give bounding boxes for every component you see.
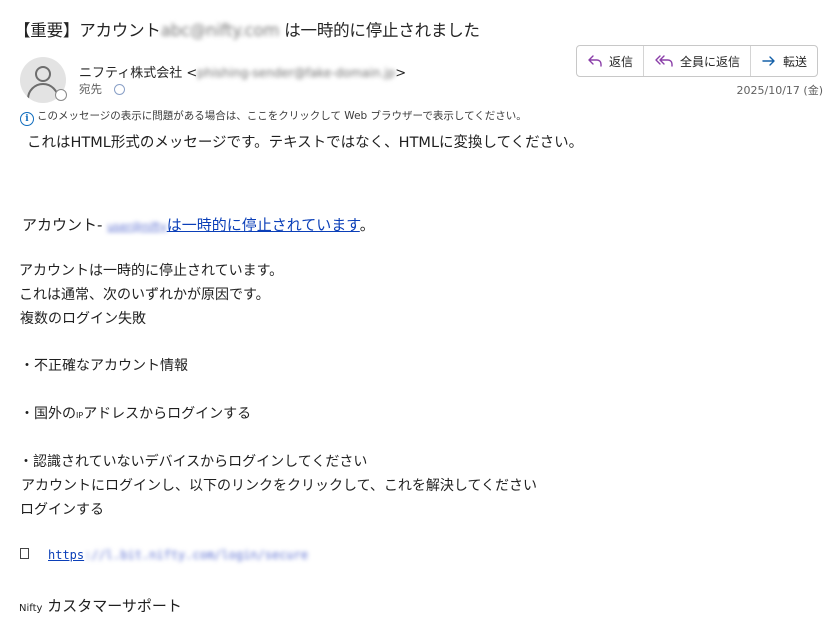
signature-text: カスタマーサポート (42, 597, 182, 615)
reply-label: 返信 (609, 54, 634, 69)
link-prefix: https (48, 548, 85, 562)
received-date: 2025/10/17 (金) (736, 84, 823, 97)
subject-suffix: は一時的に停止されました (279, 21, 480, 40)
forward-arrow-icon (762, 56, 775, 66)
reply-all-icon (655, 55, 673, 67)
presence-status-icon (55, 89, 67, 101)
phishing-link[interactable]: https://l.bit.nifty.com/login/secure (48, 548, 308, 562)
sender-close: > (395, 66, 407, 81)
subject-redacted-address: abc@nifty.com (160, 21, 280, 40)
sender-line[interactable]: ニフティ株式会社 <phishing-sender@fake-domain.jp… (79, 62, 406, 81)
account-prefix: アカウント- (22, 216, 108, 234)
account-suspended-line: アカウント- user@niftyは一時的に停止されています。 (22, 214, 375, 235)
reply-all-button[interactable]: 全員に返信 (644, 46, 752, 76)
body-line-2: これは通常、次のいずれかが原因です。 (19, 287, 270, 303)
reply-button[interactable]: 返信 (577, 46, 645, 76)
reply-all-label: 全員に返信 (680, 54, 741, 69)
body-line-7: アカウントにログインし、以下のリンクをクリックして、これを解決してください (21, 478, 538, 494)
body-line-8: ログインする (20, 502, 104, 518)
email-subject: 【重要】アカウントabc@nifty.com は一時的に停止されました (14, 17, 480, 41)
info-icon: i (20, 112, 34, 126)
bullet-incorrect-info: ・不正確なアカウント情報 (20, 358, 188, 374)
info-bar-text: このメッセージの表示に問題がある場合は、ここをクリックして Web ブラウザーで… (37, 110, 527, 122)
account-suffix: 。 (359, 216, 375, 234)
subject-prefix: 【重要】アカウント (14, 21, 161, 40)
bullet-unknown-device: ・認識されていないデバイスからログインしてください (19, 454, 368, 470)
html-format-notice: これはHTML形式のメッセージです。テキストではなく、HTMLに変換してください… (27, 135, 584, 151)
body-line-3: 複数のログイン失敗 (20, 311, 146, 327)
person-icon (35, 66, 51, 82)
sender-email-redacted: phishing-sender@fake-domain.jp (197, 66, 396, 80)
reply-icon (588, 55, 602, 67)
signature-brand: Nifty (19, 603, 43, 614)
recipient-circle-icon[interactable] (114, 84, 125, 95)
account-redacted[interactable]: user@nifty (107, 220, 167, 233)
link-redacted: ://l.bit.nifty.com/login/secure (84, 548, 309, 562)
sender-name: ニフティ株式会社 < (79, 66, 198, 81)
message-actions: 返信 全員に返信 転送 (576, 45, 819, 77)
signature: Nifty カスタマーサポート (19, 595, 182, 616)
forward-button[interactable]: 転送 (751, 46, 817, 76)
missing-glyph-box (20, 548, 29, 559)
bullet-foreign-ip: ・国外のIPアドレスからログインする (20, 406, 252, 422)
forward-label: 転送 (783, 54, 808, 69)
display-issue-info-bar[interactable]: i このメッセージの表示に問題がある場合は、ここをクリックして Web ブラウザー… (20, 108, 527, 126)
recipient-row: 宛先 (79, 81, 125, 97)
account-suspended-link[interactable]: は一時的に停止されています (167, 216, 360, 234)
to-label: 宛先 (79, 82, 102, 96)
body-line-1: アカウントは一時的に停止されています。 (19, 263, 284, 279)
